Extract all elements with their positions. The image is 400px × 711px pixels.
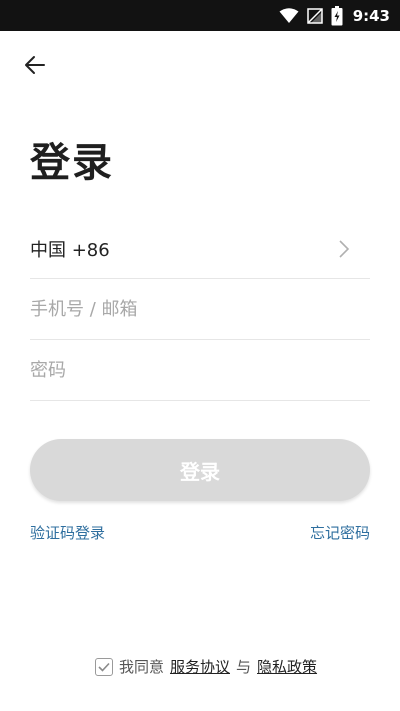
password-field: [30, 341, 370, 401]
page-title: 登录: [30, 140, 114, 186]
no-signal-icon: [306, 7, 323, 24]
chevron-right-icon: [332, 237, 356, 261]
battery-charging-icon: [331, 5, 343, 26]
password-input[interactable]: [30, 341, 370, 400]
back-button[interactable]: [20, 52, 50, 82]
agreement-prefix: 我同意: [118, 658, 164, 676]
terms-of-service-link[interactable]: 服务协议: [170, 656, 230, 677]
agreement-checkbox[interactable]: [94, 657, 113, 676]
phone-email-input[interactable]: [30, 280, 370, 339]
phone-email-field: [30, 280, 370, 340]
country-code-selector[interactable]: 中国 +86: [30, 219, 370, 279]
country-code-label: 中国 +86: [30, 239, 110, 261]
wifi-icon: [279, 7, 299, 24]
status-time: 9:43: [352, 6, 390, 25]
status-bar: 9:43: [0, 0, 400, 31]
agreement-and: 与: [236, 658, 252, 676]
sms-login-link[interactable]: 验证码登录: [30, 522, 105, 543]
privacy-policy-link[interactable]: 隐私政策: [257, 656, 317, 677]
arrow-left-icon: [23, 53, 47, 81]
check-icon: [98, 662, 110, 672]
login-button[interactable]: 登录: [30, 439, 370, 501]
agreement-row: 我同意 服务协议 与 隐私政策: [0, 656, 400, 677]
forgot-password-link[interactable]: 忘记密码: [310, 522, 370, 543]
